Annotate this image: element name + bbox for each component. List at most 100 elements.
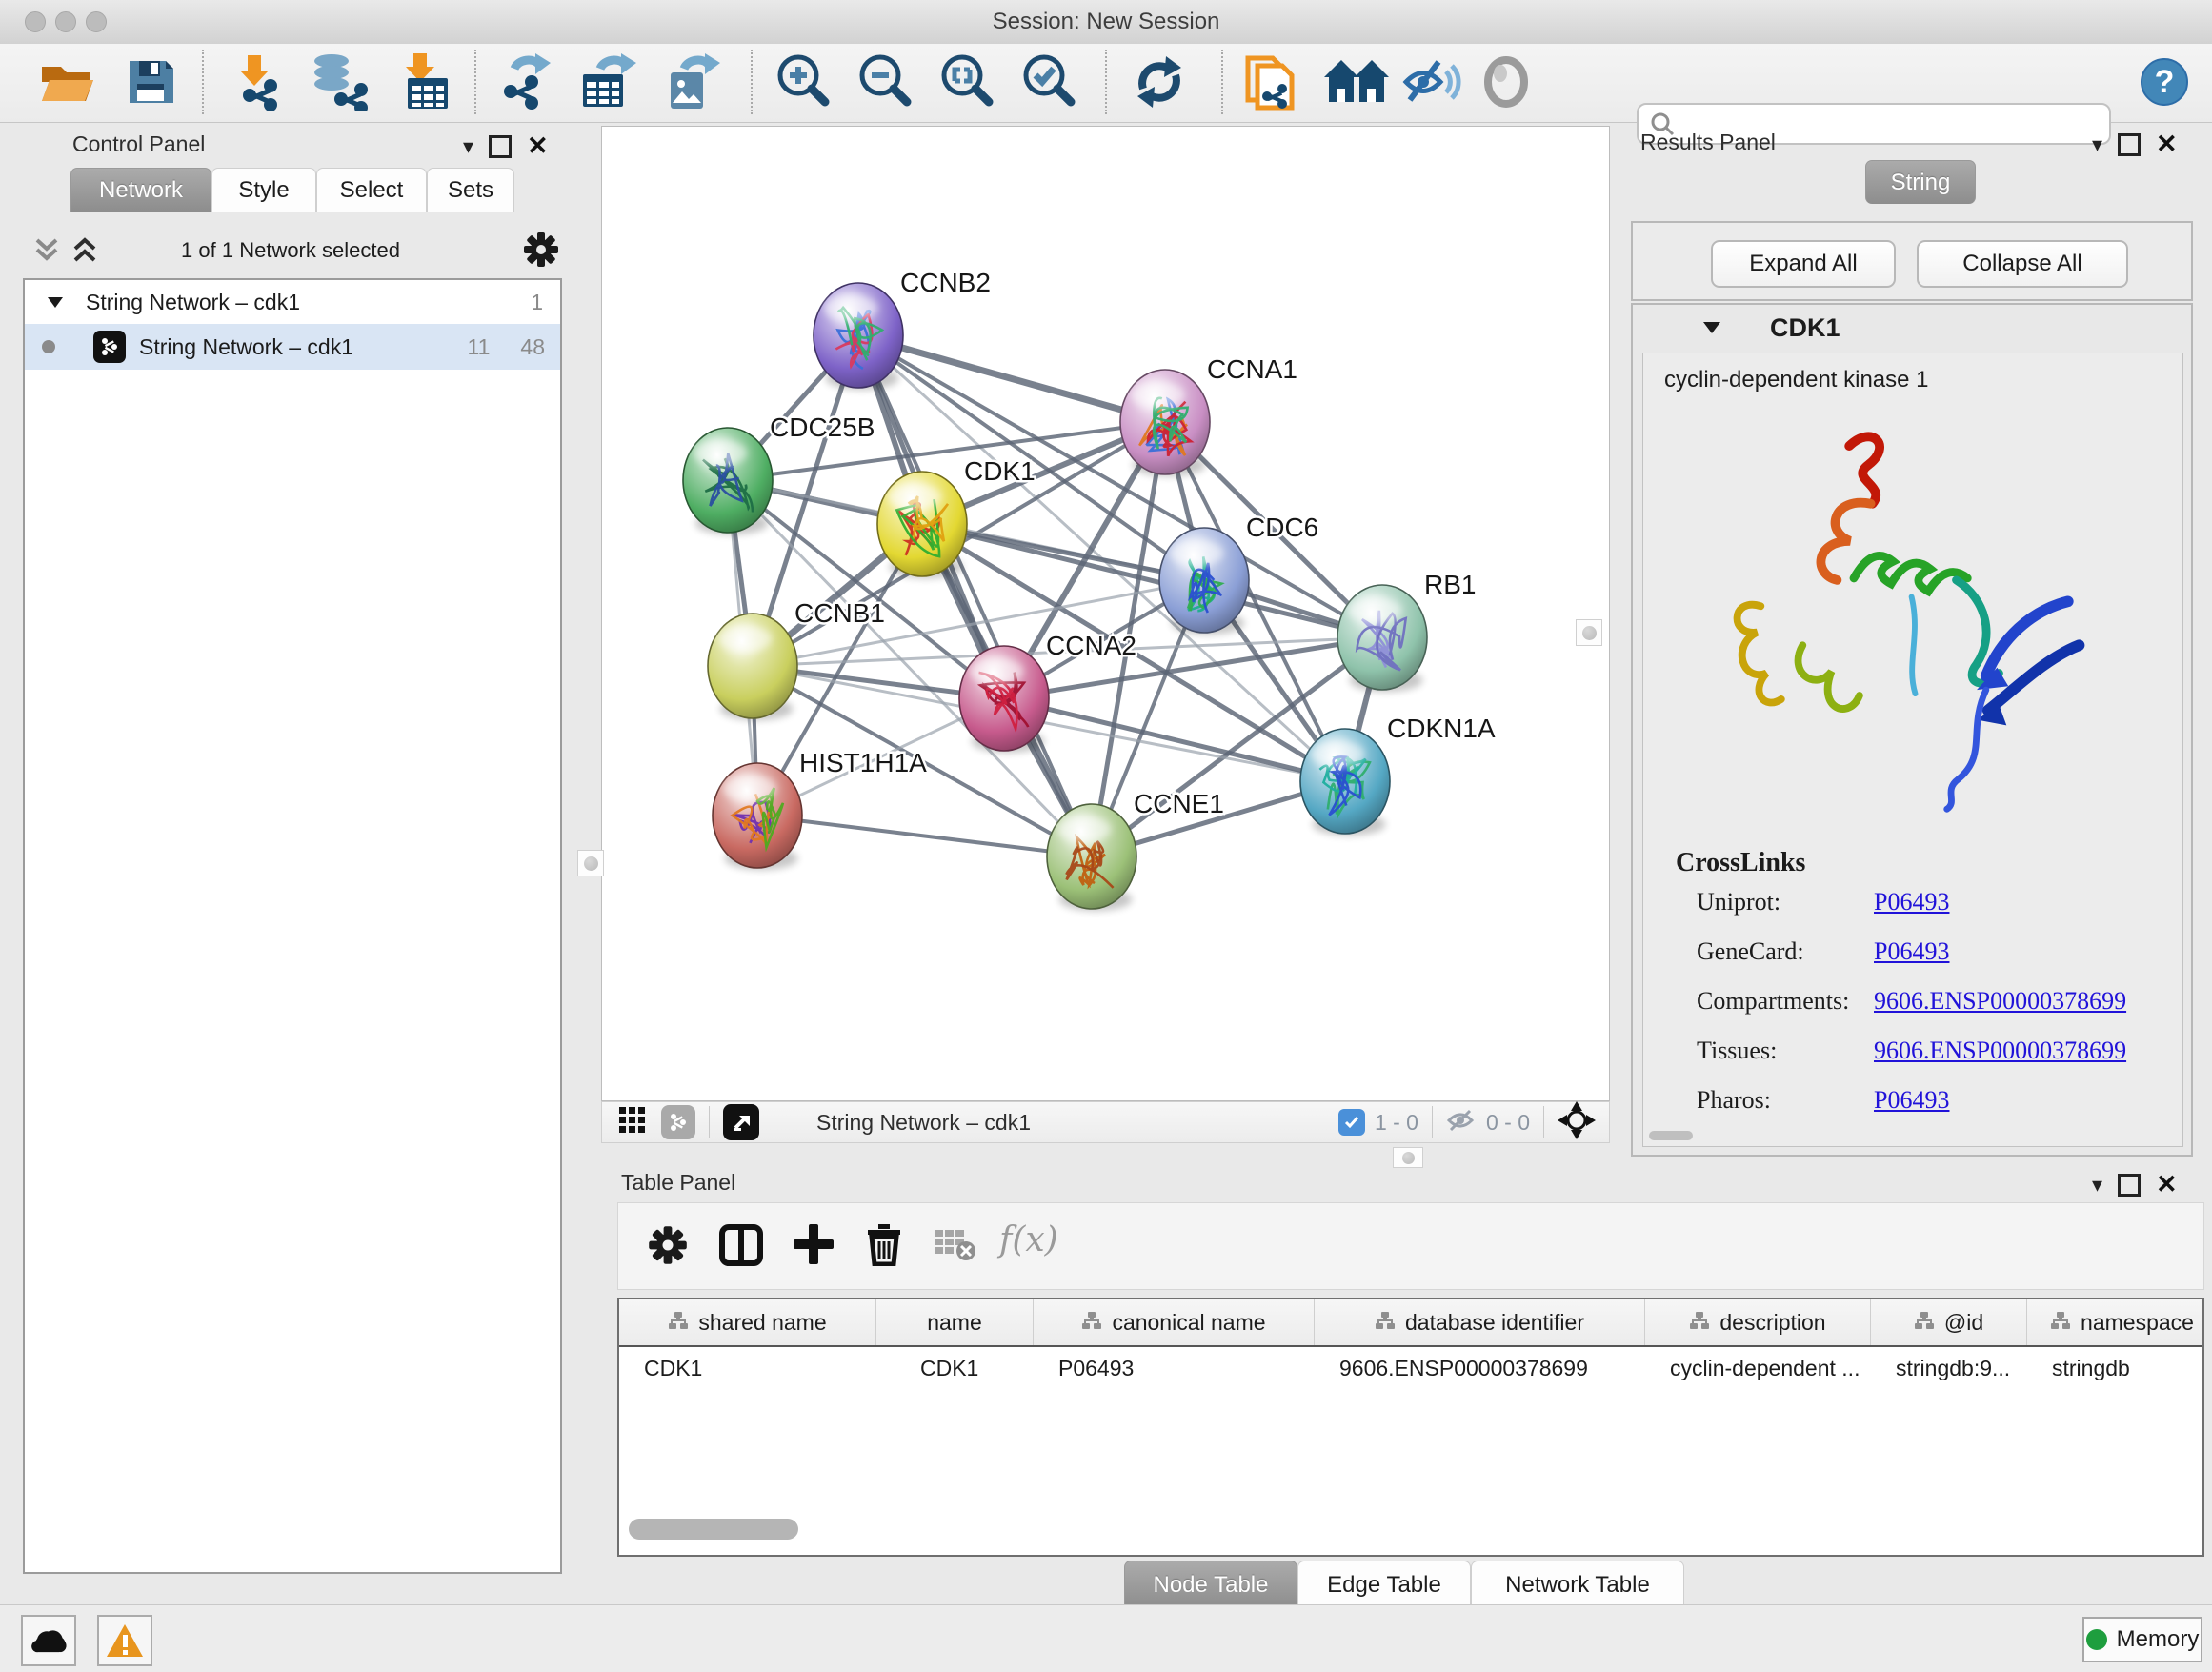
expand-all-button[interactable]: Expand All xyxy=(1711,240,1896,288)
crosslink-link[interactable]: P06493 xyxy=(1874,1086,1949,1115)
export-table-icon[interactable] xyxy=(577,51,638,112)
network-node-CCNA1[interactable] xyxy=(1120,370,1210,474)
selected-checkbox-icon[interactable] xyxy=(1338,1109,1365,1136)
protein-structure-image xyxy=(1672,411,2120,820)
tab-sets[interactable]: Sets xyxy=(427,168,514,212)
tab-string[interactable]: String xyxy=(1865,160,1976,204)
edge-count: 48 xyxy=(520,334,545,360)
refresh-layout-icon[interactable] xyxy=(1132,51,1187,112)
network-overview-icon[interactable] xyxy=(661,1105,695,1139)
network-node-CCNE1[interactable] xyxy=(1047,804,1136,909)
show-all-icon[interactable] xyxy=(1482,51,1530,112)
export-network-icon[interactable] xyxy=(497,51,554,112)
tab-network[interactable]: Network xyxy=(70,168,211,212)
first-neighbors-icon[interactable] xyxy=(1322,51,1391,112)
network-row-selected[interactable]: String Network – cdk1 11 48 xyxy=(25,324,560,370)
hidden-eye-icon[interactable] xyxy=(1446,1107,1478,1138)
network-node-CDK1[interactable] xyxy=(877,472,967,576)
tab-node-table[interactable]: Node Table xyxy=(1124,1561,1297,1608)
right-splitter-handle[interactable] xyxy=(1576,619,1602,646)
open-session-icon[interactable] xyxy=(38,51,97,112)
panel-menu-icon[interactable]: ▾ xyxy=(2092,134,2102,155)
tab-select[interactable]: Select xyxy=(316,168,427,212)
import-table-file-icon[interactable] xyxy=(396,51,450,112)
zoom-out-icon[interactable] xyxy=(855,51,915,112)
detach-view-icon[interactable] xyxy=(723,1104,759,1140)
grid-view-icon[interactable] xyxy=(617,1105,648,1140)
network-node-RB1[interactable] xyxy=(1337,585,1427,690)
network-view-title: String Network – cdk1 xyxy=(816,1110,1031,1136)
results-panel-window-controls: ▾ ✕ xyxy=(2092,131,2178,157)
collapse-triangle-icon[interactable] xyxy=(1701,319,1722,336)
add-column-icon[interactable] xyxy=(792,1222,835,1271)
table-settings-gear-icon[interactable] xyxy=(647,1224,689,1271)
crosslink-link[interactable]: 9606.ENSP00000378699 xyxy=(1874,987,2126,1016)
zoom-fit-icon[interactable] xyxy=(937,51,996,112)
title-bar: Session: New Session xyxy=(0,0,2212,45)
panel-close-icon[interactable]: ✕ xyxy=(2156,131,2178,157)
cloud-status-button[interactable] xyxy=(21,1615,76,1666)
table-cell: P06493 xyxy=(1034,1347,1315,1389)
panel-menu-icon[interactable]: ▾ xyxy=(2092,1175,2102,1196)
crosslink-label: Tissues: xyxy=(1697,1037,1874,1065)
left-splitter-handle[interactable] xyxy=(577,850,604,876)
delete-column-trash-icon[interactable] xyxy=(864,1222,904,1271)
memory-button[interactable]: Memory xyxy=(2082,1617,2202,1662)
tab-style[interactable]: Style xyxy=(211,168,316,212)
network-options-gear-icon[interactable] xyxy=(522,231,560,273)
bottom-splitter-handle[interactable] xyxy=(1393,1147,1423,1168)
hide-selected-icon[interactable] xyxy=(1402,51,1461,112)
network-node-CDC25B[interactable] xyxy=(683,428,773,533)
column-header-canonical-name[interactable]: canonical name xyxy=(1034,1299,1315,1345)
panel-menu-icon[interactable]: ▾ xyxy=(463,136,473,157)
collapse-all-button[interactable]: Collapse All xyxy=(1917,240,2128,288)
crosslink-link[interactable]: P06493 xyxy=(1874,888,1949,917)
collapse-all-networks-icon[interactable] xyxy=(32,236,61,272)
delete-table-icon[interactable] xyxy=(935,1230,976,1267)
save-session-icon[interactable] xyxy=(124,51,177,112)
tab-network-table[interactable]: Network Table xyxy=(1471,1561,1684,1608)
panel-float-icon[interactable] xyxy=(489,135,512,158)
warnings-button[interactable] xyxy=(97,1615,152,1666)
import-network-database-icon[interactable] xyxy=(307,51,370,112)
panel-float-icon[interactable] xyxy=(2118,133,2141,156)
column-header-database-identifier[interactable]: database identifier xyxy=(1315,1299,1645,1345)
network-node-CDKN1A[interactable] xyxy=(1300,729,1390,834)
import-network-file-icon[interactable] xyxy=(229,51,284,112)
network-graph[interactable]: CCNB2CCNA1CDC25BCDK1CDC6RB1CCNB1CCNA2CDK… xyxy=(602,127,1609,1100)
network-canvas[interactable]: CCNB2CCNA1CDC25BCDK1CDC6RB1CCNB1CCNA2CDK… xyxy=(601,126,1610,1101)
show-columns-icon[interactable] xyxy=(719,1224,763,1271)
tab-edge-table[interactable]: Edge Table xyxy=(1297,1561,1471,1608)
results-hscroll-thumb[interactable] xyxy=(1649,1131,1693,1140)
function-builder-icon[interactable]: f(x) xyxy=(999,1220,1058,1259)
help-icon[interactable]: ? xyxy=(2140,51,2189,112)
network-collection-row[interactable]: String Network – cdk1 1 xyxy=(25,280,560,324)
column-header-namespace[interactable]: namespace xyxy=(2027,1299,2212,1345)
birds-eye-view-icon[interactable] xyxy=(1558,1101,1596,1144)
network-node-CDC6[interactable] xyxy=(1159,528,1249,633)
expand-all-networks-icon[interactable] xyxy=(70,236,99,272)
crosslink-link[interactable]: P06493 xyxy=(1874,937,1949,966)
column-header--id[interactable]: @id xyxy=(1871,1299,2027,1345)
export-image-icon[interactable] xyxy=(665,51,722,112)
panel-close-icon[interactable]: ✕ xyxy=(2156,1172,2178,1198)
panel-close-icon[interactable]: ✕ xyxy=(527,133,549,159)
table-row[interactable]: CDK1CDK1P064939606.ENSP00000378699cyclin… xyxy=(619,1347,2202,1389)
panel-float-icon[interactable] xyxy=(2118,1174,2141,1197)
gene-section-header[interactable]: CDK1 xyxy=(1633,305,2191,351)
network-node-CCNB2[interactable] xyxy=(814,283,903,388)
control-panel-title: Control Panel xyxy=(72,131,205,157)
column-header-description[interactable]: description xyxy=(1645,1299,1871,1345)
network-node-CCNB1[interactable] xyxy=(708,614,797,718)
table-hscroll-thumb[interactable] xyxy=(629,1519,798,1540)
new-network-from-selection-icon[interactable] xyxy=(1244,51,1297,112)
network-node-CCNA2[interactable] xyxy=(959,646,1049,751)
crosslink-link[interactable]: 9606.ENSP00000378699 xyxy=(1874,1037,2126,1065)
column-header-shared-name[interactable]: shared name xyxy=(619,1299,876,1345)
network-node-HIST1H1A[interactable] xyxy=(713,763,802,868)
table-cell: 9606.ENSP00000378699 xyxy=(1315,1347,1645,1389)
column-header-name[interactable]: name xyxy=(876,1299,1034,1345)
zoom-in-icon[interactable] xyxy=(774,51,833,112)
collapse-triangle-icon[interactable] xyxy=(46,294,65,310)
zoom-selected-icon[interactable] xyxy=(1019,51,1078,112)
